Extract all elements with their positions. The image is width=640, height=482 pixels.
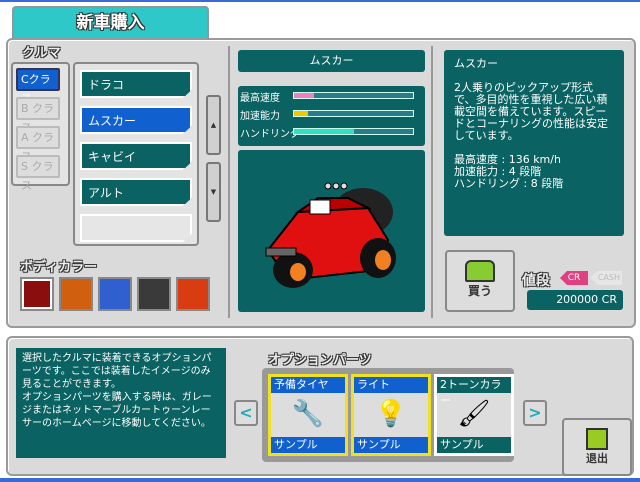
class-tab[interactable]: Cクラス [16,68,60,105]
part-tag: サンプル [271,437,345,453]
stat-bar [293,110,414,117]
next-parts-button[interactable]: > [523,400,547,426]
car-list-item[interactable]: ムスカー [80,106,192,134]
buy-button[interactable]: 買う [445,250,515,312]
stat-label: 加速能力 [240,111,280,122]
exit-icon [586,428,608,450]
car-list-item[interactable]: アルト [80,178,192,206]
prev-parts-button[interactable]: < [234,400,258,426]
stat-bar-fill [294,129,354,134]
option-part-card[interactable]: 2トーンカラー 🖌 サンプル [434,374,514,456]
stat-bar-fill [294,111,309,116]
class-tab[interactable]: A クラス [16,126,60,163]
bottom-border [0,478,640,482]
part-tag: サンプル [437,437,511,453]
price-label: 値段 [522,273,550,289]
car-image [265,182,396,288]
stat-bar-fill [294,93,315,98]
stat-label: ハンドリング [240,129,300,140]
car-name-bar: ムスカー [238,50,425,72]
option-part-card[interactable]: ライト 💡 サンプル [351,374,431,456]
description-box: ムスカー 2人乗りのピックアップ形式で、多目的性を重視した広い積載空間を備えてい… [444,50,624,236]
part-icon: 💡 [374,399,408,429]
car-buy-icon [465,260,495,282]
exit-label: 退出 [586,452,608,465]
car-preview [238,150,425,312]
car-list-item[interactable]: ドラコ [80,70,192,98]
spec-line: ハンドリング : 8 段階 [454,177,564,190]
color-swatch[interactable] [59,277,93,311]
scroll-down-button[interactable]: ▼ [206,162,221,222]
class-tab[interactable]: S クラス [16,155,60,192]
body-color-label: ボディカラー [20,260,98,275]
color-swatch[interactable] [176,277,210,311]
stat-bar [293,92,414,99]
color-swatch[interactable] [137,277,171,311]
options-label: オプションパーツ [268,353,372,368]
top-border [0,0,640,2]
option-part-card[interactable]: 予備タイヤ 🔧 サンプル [268,374,348,456]
color-swatch[interactable] [98,277,132,311]
color-swatch[interactable] [20,277,54,311]
page-title: 新車購入 [12,6,209,40]
divider [228,46,230,318]
stat-bar [293,128,414,135]
part-tag: サンプル [354,437,428,453]
stat-label: 最高速度 [240,93,280,104]
part-icon: 🔧 [291,399,325,429]
car-list-item[interactable]: キャビイ [80,142,192,170]
class-tab[interactable]: B クラス [16,97,60,134]
price-value: 200000 CR [527,290,623,310]
description-title: ムスカー [454,57,498,70]
scroll-up-button[interactable]: ▲ [206,95,221,155]
car-section-label: クルマ [22,46,61,61]
options-info: 選択したクルマに装着できるオプションパーツです。ここでは装着したイメージのみ見る… [16,348,226,458]
part-name: 2トーンカラー [437,377,511,407]
exit-button[interactable]: 退出 [562,418,632,476]
car-list-item[interactable] [80,214,192,242]
divider [431,46,433,318]
part-name: ライト [354,377,428,393]
description-body: 2人乗りのピックアップ形式で、多目的性を重視した広い積載空間を備えています。スピ… [454,81,608,142]
part-name: 予備タイヤ [271,377,345,393]
buy-label: 買う [467,284,492,298]
